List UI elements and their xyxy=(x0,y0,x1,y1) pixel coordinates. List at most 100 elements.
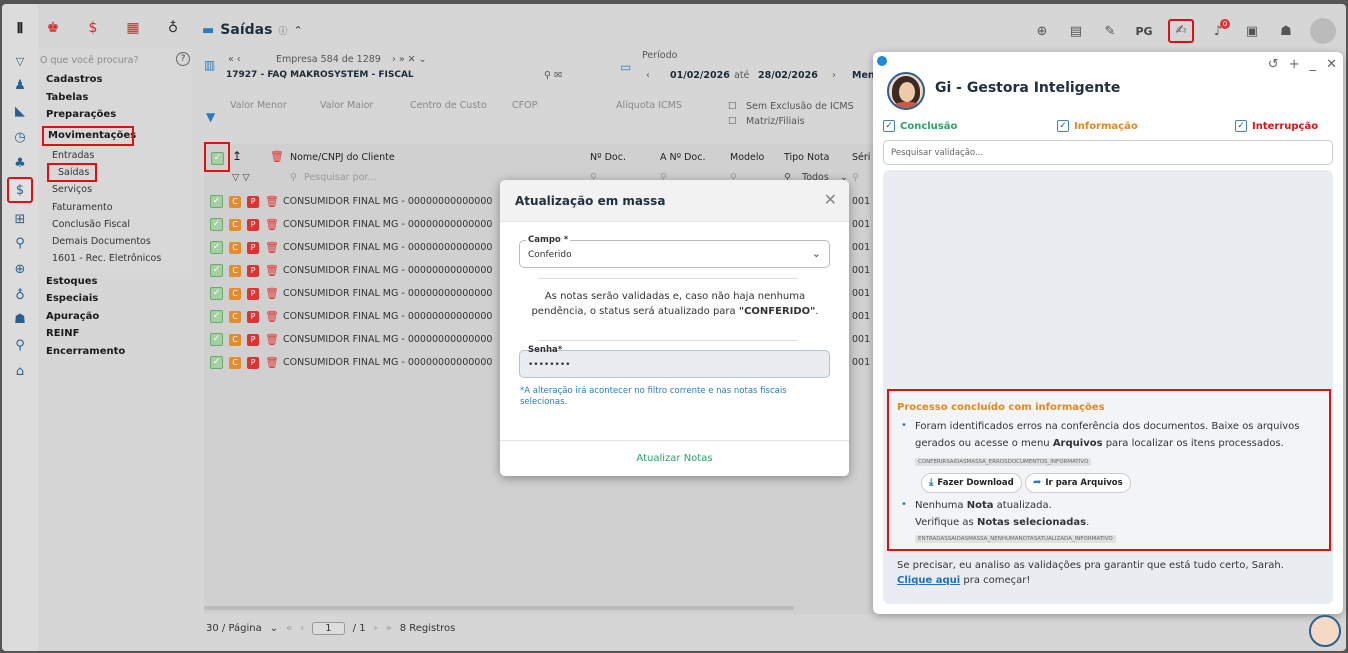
per-page-select[interactable]: 30 / Página xyxy=(206,623,262,634)
add-circle-icon[interactable]: ⊕ xyxy=(1032,24,1052,39)
minimize-icon[interactable]: _ xyxy=(1310,57,1317,72)
filter-informacao[interactable]: ✓ Informação xyxy=(1057,120,1138,132)
row-tag-p[interactable]: P xyxy=(247,195,259,208)
validation-search-input[interactable]: Pesquisar validação... xyxy=(883,140,1333,165)
edit-tool-icon[interactable]: ✎ xyxy=(1100,24,1120,39)
page-input[interactable]: 1 xyxy=(312,622,345,635)
menu-apuracao[interactable]: Apuração xyxy=(46,311,99,322)
matriz-checkbox[interactable]: ☐ xyxy=(728,116,737,127)
row-tag-p[interactable]: P xyxy=(247,333,259,346)
row-tag-c[interactable]: C xyxy=(229,218,241,231)
row-tag-c[interactable]: C xyxy=(229,310,241,323)
row-tag-p[interactable]: P xyxy=(247,241,259,254)
history-icon[interactable]: ↺ xyxy=(1268,57,1279,72)
money-icon[interactable]: $ xyxy=(7,177,33,203)
filter-icon[interactable]: ▽ xyxy=(11,52,29,70)
delete-all-icon[interactable]: 🗑 xyxy=(270,150,284,163)
globe-icon[interactable]: ⊕ xyxy=(11,260,29,278)
report-icon[interactable]: ▣ xyxy=(1242,24,1262,39)
filter-valor-maior[interactable]: Valor Maior xyxy=(320,100,373,111)
last-page-icon[interactable]: » xyxy=(386,623,392,634)
prev-page-icon[interactable]: ‹ xyxy=(300,623,304,634)
next-page-icon[interactable]: › xyxy=(374,623,378,634)
menu-encerramento[interactable]: Encerramento xyxy=(46,346,125,357)
row-delete-icon[interactable]: 🗑 xyxy=(265,333,279,346)
company-search-icon[interactable]: ⚲ ✉ xyxy=(544,70,562,81)
close-icon[interactable]: ✕ xyxy=(824,190,837,209)
sub-demais-documentos[interactable]: Demais Documentos xyxy=(52,236,151,247)
menu-cadastros[interactable]: Cadastros xyxy=(46,74,102,85)
row-checkbox[interactable]: ✓ xyxy=(210,241,223,254)
checkbox-icon[interactable]: ✓ xyxy=(883,120,895,132)
clock-icon[interactable]: ◷ xyxy=(11,128,29,146)
assistant-launcher[interactable] xyxy=(1309,615,1341,647)
row-checkbox[interactable]: ✓ xyxy=(210,195,223,208)
row-delete-icon[interactable]: 🗑 xyxy=(265,310,279,323)
date-to[interactable]: 28/02/2026 xyxy=(758,70,818,81)
document-icon[interactable]: ▤ xyxy=(1066,24,1086,39)
sort-icon[interactable]: ↥ xyxy=(232,149,242,163)
search-icon[interactable]: ⚲ xyxy=(11,336,29,354)
row-checkbox[interactable]: ✓ xyxy=(210,264,223,277)
col-modelo[interactable]: Modelo xyxy=(730,152,764,163)
select-all-checkbox[interactable]: ✓ xyxy=(211,152,224,165)
bag-icon[interactable]: ♁ xyxy=(11,286,29,304)
go-to-files-button[interactable]: ➦ Ir para Arquivos xyxy=(1025,473,1131,493)
close-icon[interactable]: ✕ xyxy=(1326,57,1337,72)
funnel-icon[interactable]: ▼ xyxy=(206,110,215,124)
sub-rec-eletronicos[interactable]: 1601 - Rec. Eletrônicos xyxy=(52,253,161,264)
calendar-icon[interactable]: ▭ xyxy=(620,60,631,74)
sem-exclusao-checkbox[interactable]: ☐ xyxy=(728,101,737,112)
company-nav-arrows[interactable]: « ‹ xyxy=(228,54,241,65)
row-delete-icon[interactable]: 🗑 xyxy=(265,356,279,369)
row-tag-c[interactable]: C xyxy=(229,241,241,254)
row-delete-icon[interactable]: 🗑 xyxy=(265,218,279,231)
download-button[interactable]: ⤓ Fazer Download xyxy=(921,473,1022,493)
info-icon[interactable]: ⓘ xyxy=(278,24,287,37)
row-delete-icon[interactable]: 🗑 xyxy=(265,287,279,300)
user-avatar[interactable] xyxy=(1310,18,1336,44)
cap-icon[interactable]: ☗ xyxy=(1276,24,1296,39)
chevron-down-icon[interactable]: ⌄ xyxy=(812,247,821,260)
row-checkbox[interactable]: ✓ xyxy=(210,333,223,346)
help-icon[interactable]: ? xyxy=(176,52,190,66)
menu-reinf[interactable]: REINF xyxy=(46,328,79,339)
horizontal-scrollbar[interactable] xyxy=(204,606,794,610)
home-icon[interactable]: ⌂ xyxy=(11,362,29,380)
filter-cfop[interactable]: CFOP xyxy=(512,100,537,111)
row-tag-p[interactable]: P xyxy=(247,264,259,277)
row-checkbox[interactable]: ✓ xyxy=(210,356,223,369)
checkbox-icon[interactable]: ✓ xyxy=(1057,120,1069,132)
walk-icon[interactable]: ⚲ xyxy=(11,234,29,252)
row-tag-c[interactable]: C xyxy=(229,356,241,369)
bell-icon[interactable]: ♪ 0 xyxy=(1208,18,1230,39)
menu-especiais[interactable]: Especiais xyxy=(46,293,98,304)
sub-servicos[interactable]: Serviços xyxy=(52,184,92,195)
menu-tabelas[interactable]: Tabelas xyxy=(46,92,88,103)
dollar-module-icon[interactable]: $ xyxy=(82,20,104,36)
chart-icon[interactable]: ◣ xyxy=(11,102,29,120)
row-checkbox[interactable]: ✓ xyxy=(210,310,223,323)
filter-valor-menor[interactable]: Valor Menor xyxy=(230,100,287,111)
sub-faturamento[interactable]: Faturamento xyxy=(52,202,113,213)
col-a-num-doc[interactable]: A Nº Doc. xyxy=(660,152,706,163)
row-tag-p[interactable]: P xyxy=(247,287,259,300)
first-page-icon[interactable]: « xyxy=(286,623,292,634)
filter-toggle-icons[interactable]: ▽ ▽ xyxy=(232,172,250,183)
sub-conclusao-fiscal[interactable]: Conclusão Fiscal xyxy=(52,219,130,230)
password-field[interactable]: Senha* •••••••• xyxy=(519,345,830,378)
more-filter[interactable]: Men xyxy=(852,70,875,81)
row-delete-icon[interactable]: 🗑 xyxy=(265,195,279,208)
grid-search-input[interactable]: Pesquisar por... xyxy=(304,172,377,183)
row-tag-p[interactable]: P xyxy=(247,218,259,231)
row-tag-c[interactable]: C xyxy=(229,287,241,300)
col-nome[interactable]: Nome/CNPJ do Cliente xyxy=(290,152,395,163)
user-initials[interactable]: PG xyxy=(1134,25,1154,38)
date-from[interactable]: 01/02/2026 xyxy=(670,70,730,81)
filter-conclusao[interactable]: ✓ Conclusão xyxy=(883,120,957,132)
checkbox-icon[interactable]: ✓ xyxy=(1235,120,1247,132)
click-here-link[interactable]: Clique aqui xyxy=(897,575,960,586)
person-icon[interactable]: ♟ xyxy=(11,76,29,94)
period-next[interactable]: › xyxy=(832,70,836,81)
row-checkbox[interactable]: ✓ xyxy=(210,218,223,231)
